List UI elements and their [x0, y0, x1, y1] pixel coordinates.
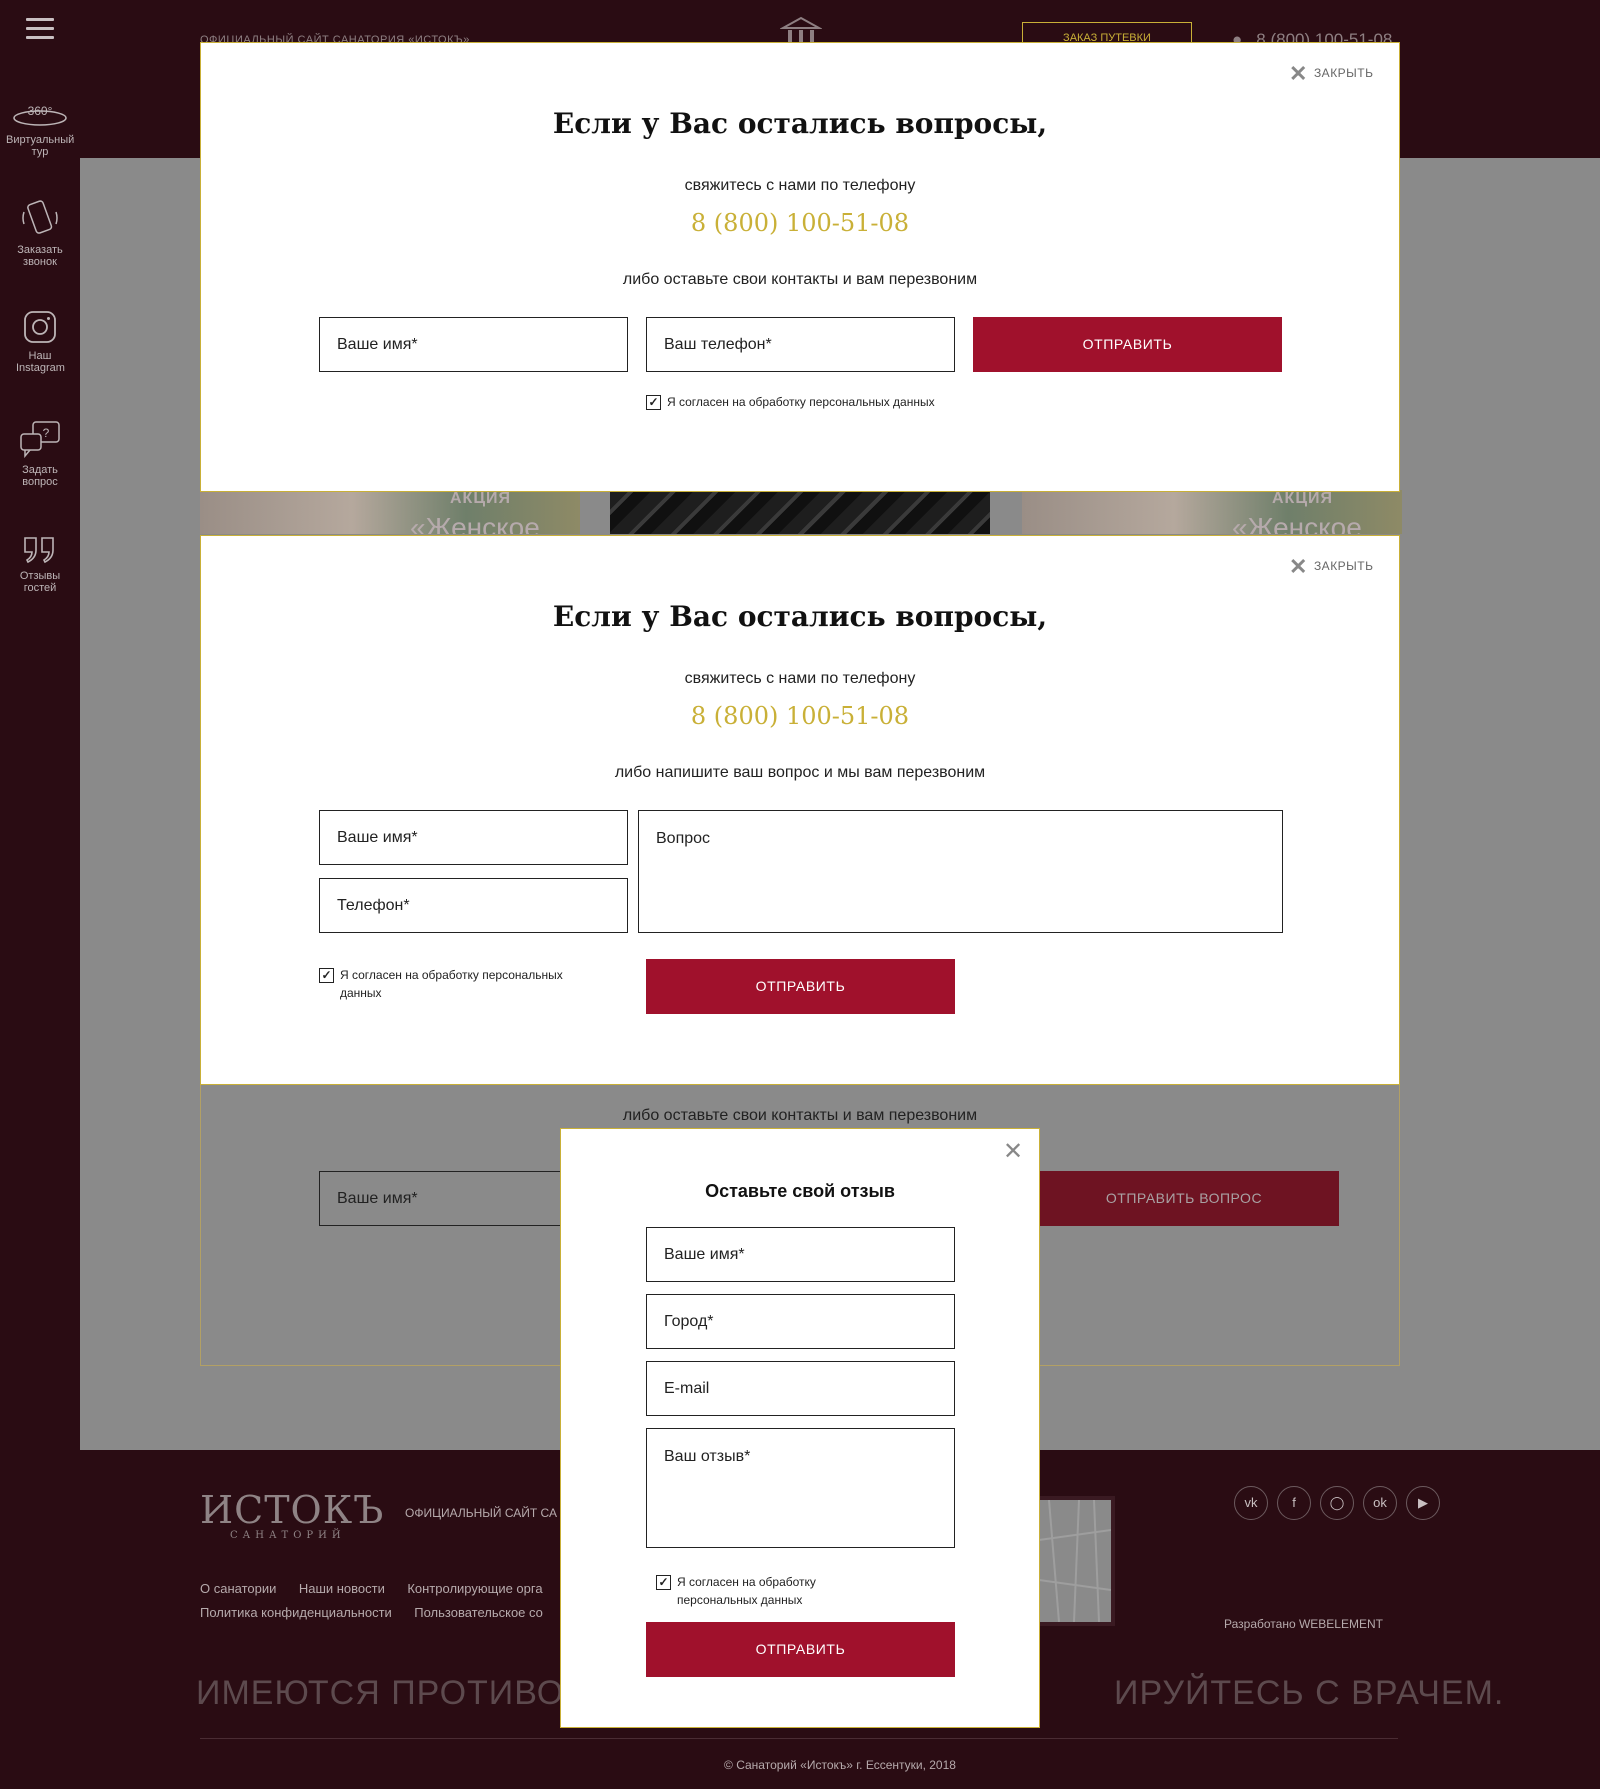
footer-divider — [200, 1738, 1398, 1739]
submit-button[interactable]: ОТПРАВИТЬ — [646, 959, 955, 1014]
consent-checkbox[interactable]: ✓ — [319, 968, 334, 983]
footer-link[interactable]: Пользовательское со — [414, 1605, 543, 1620]
sidebar-item-label: Заказать звонок — [17, 244, 63, 268]
modal-title: Если у Вас остались вопросы, — [552, 107, 1048, 140]
background-form-subtitle: либо оставьте свои контакты и вам перезв… — [622, 1107, 978, 1124]
quote-icon — [24, 537, 54, 564]
promo-card-heading: «Женское — [410, 512, 540, 534]
submit-button[interactable]: ОТПРАВИТЬ — [973, 317, 1282, 372]
youtube-icon[interactable]: ▶ — [1406, 1486, 1440, 1520]
consent-row[interactable]: ✓ Я согласен на обработку персональных да… — [319, 966, 609, 1002]
sidebar-item-instagram[interactable]: Наш Instagram — [0, 310, 80, 374]
question-textarea[interactable]: Вопрос — [638, 810, 1283, 933]
consent-checkbox[interactable]: ✓ — [646, 395, 661, 410]
name-input[interactable]: Ваше имя* — [319, 810, 628, 865]
phone-input[interactable]: Телефон* — [319, 878, 628, 933]
background-submit-button[interactable]: ОТПРАВИТЬ ВОПРОС — [1029, 1171, 1339, 1226]
city-input[interactable]: Город* — [646, 1294, 955, 1349]
promo-card[interactable]: АКЦИЯ «Женское — [200, 490, 580, 534]
consent-checkbox[interactable]: ✓ — [656, 1575, 671, 1590]
sidebar-item-ask-question[interactable]: ? Задать вопрос — [0, 420, 80, 488]
vk-icon[interactable]: vk — [1234, 1486, 1268, 1520]
sidebar-item-label: Отзывы гостей — [19, 570, 61, 594]
promo-card[interactable] — [610, 490, 990, 534]
odnoklassniki-icon[interactable]: ok — [1363, 1486, 1397, 1520]
close-icon: ✕ — [1289, 61, 1308, 86]
footer-links-row-2: Политика конфиденциальности Пользователь… — [200, 1604, 543, 1622]
promo-card-heading: «Женское — [1232, 512, 1362, 534]
modal-hint: либо напишите ваш вопрос и мы вам перезв… — [614, 764, 986, 781]
footer-link[interactable]: Политика конфиденциальности — [200, 1605, 392, 1620]
modal-phone-link[interactable]: 8 (800) 100-51-08 — [201, 209, 1399, 237]
footer-logo-sub: САНАТОРИЙ — [230, 1530, 346, 1541]
modal-close-button[interactable]: ✕ ЗАКРЫТЬ — [1289, 554, 1374, 580]
footer-link[interactable]: Наши новости — [299, 1581, 385, 1596]
modal-subtitle: свяжитесь с нами по телефону — [684, 670, 916, 687]
360-icon: 360° — [13, 104, 67, 126]
sidebar-item-virtual-tour[interactable]: 360° Виртуальный тур — [0, 102, 80, 158]
modal-title: Оставьте свой отзыв — [705, 1181, 895, 1201]
footer-map[interactable] — [1035, 1496, 1115, 1626]
sidebar-item-label: Виртуальный тур — [6, 134, 75, 158]
footer-developer[interactable]: Разработано WEBELEMENT — [1224, 1617, 1383, 1631]
footer-warning-left: ИМЕЮТСЯ ПРОТИВОП — [196, 1674, 590, 1712]
consent-label-cont: персональных данных — [677, 1593, 803, 1607]
name-input[interactable]: Ваше имя* — [319, 317, 628, 372]
email-input[interactable]: E-mail — [646, 1361, 955, 1416]
modal-phone-link[interactable]: 8 (800) 100-51-08 — [201, 702, 1399, 730]
sidebar-item-order-call[interactable]: Заказать звонок — [0, 198, 80, 268]
modal-title: Если у Вас остались вопросы, — [552, 600, 1048, 633]
svg-text:360°: 360° — [28, 104, 53, 118]
review-modal: ✕ Оставьте свой отзыв Ваше имя* Город* E… — [560, 1128, 1040, 1728]
callback-modal: ✕ ЗАКРЫТЬ Если у Вас остались вопросы, св… — [200, 42, 1400, 492]
question-chat-icon: ? — [20, 421, 60, 458]
promo-card[interactable]: АКЦИЯ «Женское — [1022, 490, 1402, 534]
logo-building-icon[interactable] — [780, 16, 822, 44]
facebook-icon[interactable]: f — [1277, 1486, 1311, 1520]
sidebar-item-label: Задать вопрос — [22, 464, 58, 488]
map-streets-icon — [1038, 1499, 1112, 1623]
close-icon[interactable]: ✕ — [1003, 1137, 1023, 1166]
sidebar-item-reviews[interactable]: Отзывы гостей — [0, 534, 80, 594]
footer-logo[interactable]: ИСТОКЪ — [200, 1488, 384, 1532]
footer-link[interactable]: О санатории — [200, 1581, 276, 1596]
footer-copyright: © Санаторий «Истокъ» г. Ессентуки, 2018 — [724, 1758, 956, 1772]
sidebar-item-label: Наш Instagram — [16, 350, 65, 374]
svg-text:?: ? — [43, 426, 50, 440]
footer-socials: vk f ◯ ok ▶ — [1234, 1486, 1440, 1520]
sidebar: 360° Виртуальный тур Заказать звонок Наш… — [0, 0, 80, 1789]
consent-row[interactable]: ✓ Я согласен на обработку персональных да… — [656, 1573, 896, 1609]
phone-input[interactable]: Ваш телефон* — [646, 317, 955, 372]
instagram-small-icon[interactable]: ◯ — [1320, 1486, 1354, 1520]
close-icon: ✕ — [1289, 554, 1308, 579]
instagram-icon — [24, 311, 56, 343]
question-modal: ✕ ЗАКРЫТЬ Если у Вас остались вопросы, св… — [200, 535, 1400, 1085]
consent-label: Я согласен на обработку персональных дан… — [667, 395, 935, 409]
footer-site-label: ОФИЦИАЛЬНЫЙ САЙТ СА — [405, 1506, 557, 1520]
phone-icon — [22, 200, 58, 234]
consent-row[interactable]: ✓ Я согласен на обработку персональных да… — [646, 393, 935, 411]
modal-subtitle: свяжитесь с нами по телефону — [684, 177, 916, 194]
name-input[interactable]: Ваше имя* — [646, 1227, 955, 1282]
modal-close-button[interactable]: ✕ ЗАКРЫТЬ — [1289, 61, 1374, 87]
close-label: ЗАКРЫТЬ — [1313, 66, 1374, 81]
close-label: ЗАКРЫТЬ — [1313, 559, 1374, 574]
review-textarea[interactable]: Ваш отзыв* — [646, 1428, 955, 1548]
hamburger-menu-icon[interactable] — [26, 18, 54, 40]
promo-card-title: АКЦИЯ — [450, 490, 512, 507]
consent-label: Я согласен на обработку персональных — [340, 968, 563, 982]
modal-hint: либо оставьте свои контакты и вам перезв… — [622, 271, 978, 288]
footer-link[interactable]: Контролирующие орга — [407, 1581, 542, 1596]
submit-button[interactable]: ОТПРАВИТЬ — [646, 1622, 955, 1677]
footer-links-row-1: О санатории Наши новости Контролирующие … — [200, 1580, 543, 1598]
consent-label-cont: данных — [340, 986, 382, 1000]
consent-label: Я согласен на обработку — [677, 1575, 816, 1589]
promo-card-title: АКЦИЯ — [1272, 490, 1334, 507]
footer-warning-right: ИРУЙТЕСЬ С ВРАЧЕМ. — [1114, 1674, 1505, 1712]
